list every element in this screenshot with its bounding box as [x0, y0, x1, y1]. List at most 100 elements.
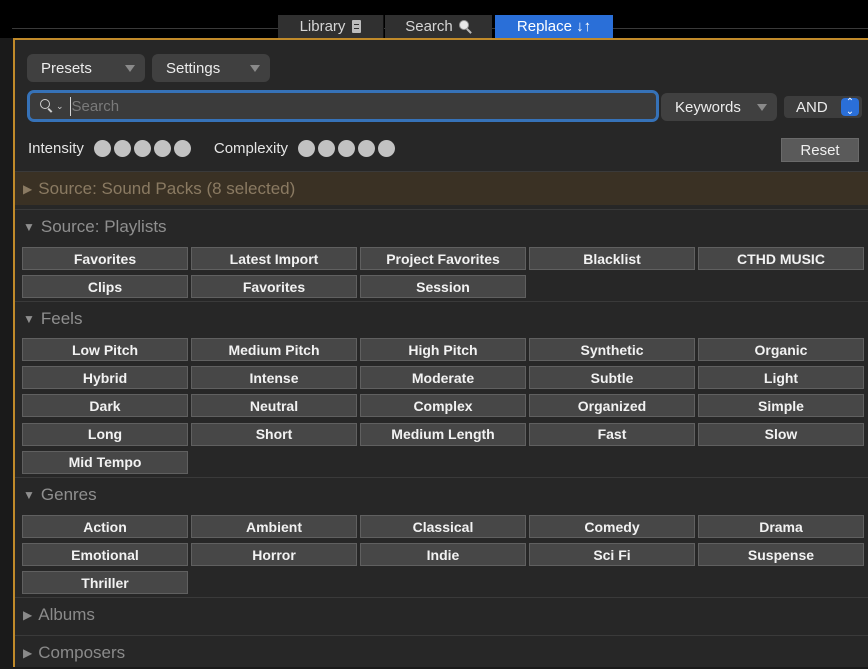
genres-tag-button[interactable]: Thriller	[22, 571, 188, 595]
tab-library-label: Library	[299, 18, 346, 35]
rating-dot[interactable]	[153, 139, 171, 157]
genres-tag-button[interactable]: Ambient	[191, 515, 357, 538]
feels-tag-button[interactable]: High Pitch	[360, 338, 526, 361]
stepper-icon: ⌃ ⌄	[841, 98, 859, 117]
rating-dot[interactable]	[113, 139, 131, 157]
feels-tag-button[interactable]: Low Pitch	[22, 338, 188, 361]
feels-tag-button[interactable]: Subtle	[529, 366, 695, 390]
feels-tag-button[interactable]: Medium Length	[360, 422, 526, 446]
genres-tag-button[interactable]: Action	[22, 515, 188, 538]
feels-tag-button[interactable]: Simple	[698, 394, 864, 418]
reset-button[interactable]: Reset	[781, 138, 859, 162]
section-feels[interactable]: ▼ Feels	[15, 301, 868, 335]
disclosure-collapsed-icon: ▶	[23, 181, 33, 196]
chevron-down-icon	[757, 104, 767, 111]
tab-bar: Library Search Replace ↓↑	[0, 0, 868, 38]
settings-label: Settings	[166, 59, 221, 77]
feels-tag-button[interactable]: Moderate	[360, 366, 526, 390]
keywords-dropdown[interactable]: Keywords	[661, 93, 777, 121]
genres-tag-button[interactable]: Horror	[191, 543, 357, 567]
chevron-down-icon	[125, 65, 135, 72]
disclosure-expanded-icon: ▼	[23, 487, 35, 502]
disclosure-collapsed-icon: ▶	[23, 645, 33, 660]
genres-tag-button[interactable]: Indie	[360, 543, 526, 567]
feels-tag-button[interactable]: Long	[22, 422, 188, 446]
feels-tag-button[interactable]: Hybrid	[22, 366, 188, 390]
genres-tag-button[interactable]: Classical	[360, 515, 526, 538]
playlists-tag-button[interactable]: Project Favorites	[360, 247, 526, 270]
tab-replace[interactable]: Replace ↓↑	[495, 15, 613, 38]
disclosure-expanded-icon: ▼	[23, 219, 35, 234]
rating-dot[interactable]	[298, 139, 316, 157]
section-albums[interactable]: ▶ Albums	[15, 597, 868, 631]
logic-label: AND	[796, 98, 828, 116]
genres-tag-button[interactable]: Suspense	[698, 543, 864, 567]
feels-tag-button[interactable]: Mid Tempo	[22, 450, 188, 474]
feels-tag-button[interactable]: Medium Pitch	[191, 338, 357, 361]
playlists-tag-button[interactable]: Favorites	[22, 247, 188, 270]
rating-dot[interactable]	[338, 139, 356, 157]
replace-panel: Presets Settings ⌄ Keywords AND ⌃⌄ Inten…	[13, 38, 868, 667]
tab-replace-label: Replace ↓↑	[516, 18, 592, 35]
disclosure-collapsed-icon: ▶	[23, 607, 33, 622]
tab-library[interactable]: Library	[278, 15, 384, 38]
feels-tag-button[interactable]: Neutral	[191, 394, 357, 418]
feels-tag-button[interactable]: Organic	[698, 338, 864, 361]
presets-dropdown[interactable]: Presets	[27, 54, 145, 82]
complexity-rating[interactable]	[298, 139, 398, 157]
logic-select[interactable]: AND ⌃ ⌄	[784, 96, 862, 118]
rating-dot[interactable]	[173, 139, 191, 157]
playlists-tag-button[interactable]: CTHD MUSIC	[698, 247, 864, 270]
rating-dot[interactable]	[133, 139, 151, 157]
feels-tag-button[interactable]: Complex	[360, 394, 526, 418]
feels-tag-button[interactable]: Light	[698, 366, 864, 390]
reset-label: Reset	[800, 141, 840, 159]
presets-label: Presets	[41, 59, 92, 77]
section-feels-label: Feels	[40, 308, 83, 328]
tab-search-label: Search	[405, 18, 453, 35]
feels-tag-button[interactable]: Fast	[529, 422, 695, 446]
section-albums-label: Albums	[38, 604, 95, 624]
playlists-tag-button[interactable]: Latest Import	[191, 247, 357, 270]
section-genres[interactable]: ▼ Genres	[15, 477, 868, 511]
disclosure-expanded-icon: ▼	[23, 311, 35, 326]
feels-tag-button[interactable]: Synthetic	[529, 338, 695, 361]
settings-dropdown[interactable]: Settings	[152, 54, 270, 82]
playlists-tag-button[interactable]: Blacklist	[529, 247, 695, 270]
rating-filters: Intensity Complexity	[28, 136, 398, 160]
section-composers[interactable]: ▶ Composers	[15, 635, 868, 669]
genres-tag-button[interactable]: Sci Fi	[529, 543, 695, 567]
complexity-label: Complexity	[213, 139, 289, 157]
playlists-tag-button[interactable]: Session	[360, 275, 526, 299]
section-sound-packs[interactable]: ▶ Source: Sound Packs (8 selected)	[15, 171, 868, 205]
feels-tag-button[interactable]: Dark	[22, 394, 188, 418]
playlists-tag-button[interactable]: Favorites	[191, 275, 357, 299]
search-input[interactable]	[69, 96, 656, 116]
section-composers-label: Composers	[38, 642, 126, 662]
section-playlists-label: Source: Playlists	[40, 216, 167, 236]
feels-tag-button[interactable]: Organized	[529, 394, 695, 418]
search-icon[interactable]	[40, 99, 54, 113]
feels-tag-button[interactable]: Intense	[191, 366, 357, 390]
magnifier-icon	[458, 20, 472, 33]
genres-tag-button[interactable]: Comedy	[529, 515, 695, 538]
keywords-label: Keywords	[675, 98, 741, 116]
chevron-down-icon	[250, 65, 260, 72]
library-icon	[352, 20, 362, 33]
feels-tag-button[interactable]: Slow	[698, 422, 864, 446]
tab-search[interactable]: Search	[385, 15, 492, 38]
intensity-label: Intensity	[28, 139, 84, 157]
rating-dot[interactable]	[93, 139, 111, 157]
search-field[interactable]: ⌄	[27, 90, 659, 122]
feels-tag-button[interactable]: Short	[191, 422, 357, 446]
genres-tag-button[interactable]: Drama	[698, 515, 864, 538]
genres-tag-button[interactable]: Emotional	[22, 543, 188, 567]
rating-dot[interactable]	[358, 139, 376, 157]
section-sound-packs-label: Source: Sound Packs (8 selected)	[38, 178, 296, 198]
search-options-chevron-icon[interactable]: ⌄	[56, 101, 64, 112]
intensity-rating[interactable]	[93, 139, 194, 157]
section-playlists[interactable]: ▼ Source: Playlists	[15, 209, 868, 243]
playlists-tag-button[interactable]: Clips	[22, 275, 188, 299]
rating-dot[interactable]	[378, 139, 396, 157]
rating-dot[interactable]	[318, 139, 336, 157]
